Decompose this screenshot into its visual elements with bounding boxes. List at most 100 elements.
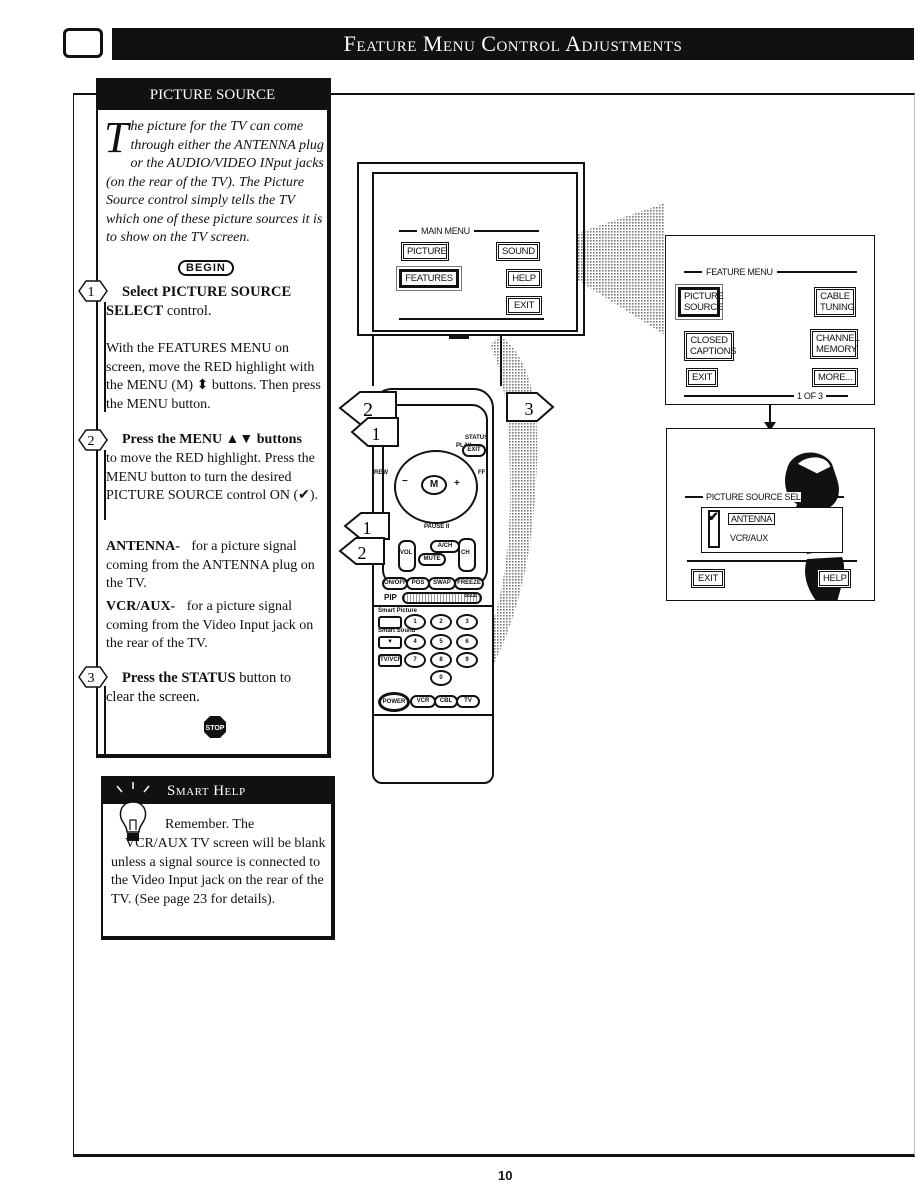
svg-text:2: 2 [358, 543, 367, 563]
svg-text:3: 3 [525, 399, 534, 419]
pip-label: PIP [384, 593, 397, 602]
remote-divider-2 [374, 714, 492, 716]
feature-closed-captions-button[interactable]: CLOSED CAPTIONS [684, 331, 736, 361]
step-2-heading: Press the MENU ▲▼ buttons [122, 432, 302, 447]
step-3-badge-icon: 3 [78, 666, 108, 688]
ff-label: FF [478, 470, 486, 476]
step-1-badge-icon: 1 [78, 280, 108, 302]
pip-freeze-button[interactable]: FREEZE [454, 577, 484, 590]
status-label: STATUS [465, 435, 489, 441]
svg-text:1: 1 [372, 424, 381, 444]
antenna-checkmark-icon[interactable]: ✔ [708, 509, 719, 525]
option-vcraux-term: VCR/AUX- [106, 599, 176, 614]
menu-m-button[interactable]: M [421, 475, 447, 495]
mute-button[interactable]: MUTE [418, 553, 446, 566]
page-number: 10 [498, 1168, 513, 1183]
option-antenna-term: ANTENNA- [106, 539, 180, 554]
intro-paragraph: The picture for the TV can come through … [104, 113, 326, 248]
svg-text:2: 2 [88, 434, 95, 449]
step-2-badge-icon: 2 [78, 429, 108, 451]
number-key-5[interactable]: 5 [430, 634, 452, 650]
pip-swap-button[interactable]: SWAP [428, 577, 456, 590]
page-title: Feature Menu Control Adjustments [343, 31, 683, 56]
option-antenna-item[interactable]: ANTENNA [728, 513, 775, 525]
picture-source-caption-row: PICTURE SOURCE SEL [685, 492, 855, 502]
feature-menu-caption-row: FEATURE MENU [684, 267, 874, 277]
option-antenna: ANTENNA- for a picture signal coming fro… [106, 538, 326, 594]
smart-help-line1: Remember. The [165, 817, 255, 832]
page-header: Feature Menu Control Adjustments [112, 28, 914, 60]
ach-button[interactable]: A/CH [430, 540, 460, 553]
number-key-7[interactable]: 7 [404, 652, 426, 668]
feature-menu-page-indicator: 1 OF 3 [797, 391, 823, 401]
begin-badge: BEGIN [178, 260, 234, 276]
number-key-3[interactable]: 3 [456, 614, 478, 630]
menu-minus-button[interactable]: − [402, 476, 408, 487]
feature-picture-source-button[interactable]: PICTURE SOURCE [678, 287, 724, 317]
cbl-mode-button[interactable]: CBL [434, 695, 458, 708]
callout-3-icon: 3 [506, 392, 555, 422]
svg-text:3: 3 [88, 671, 95, 686]
step-1-body: With the FEATURES MENU on screen, move t… [106, 341, 321, 412]
tv-mode-button[interactable]: TV [456, 695, 480, 708]
main-menu-help-button[interactable]: HELP [506, 269, 542, 288]
feature-exit-button[interactable]: EXIT [686, 368, 718, 387]
step-3-text: Press the STATUS button to clear the scr… [106, 670, 292, 705]
picture-source-options-box: ✔ ANTENNA VCR/AUX [701, 507, 843, 553]
feature-more-button[interactable]: MORE... [812, 368, 858, 387]
callout-1-top-icon: 1 [350, 417, 399, 447]
number-key-2[interactable]: 2 [430, 614, 452, 630]
smart-sound-button[interactable]: ▼ [378, 636, 402, 649]
picture-source-exit-button[interactable]: EXIT [691, 569, 725, 588]
number-key-1[interactable]: 1 [404, 614, 426, 630]
step-2-body: to move the RED highlight. Press the MEN… [106, 451, 319, 503]
step-1-heading: Select PICTURE SOURCE [122, 284, 292, 300]
feature-menu-caption: FEATURE MENU [706, 267, 773, 277]
main-menu-rule [399, 318, 544, 320]
number-key-4[interactable]: 4 [404, 634, 426, 650]
stop-sign-icon: STOP [204, 716, 226, 738]
picture-source-panel: PICTURE SOURCE The picture for the TV ca… [78, 78, 331, 758]
status-exit-button[interactable]: EXIT [462, 444, 486, 457]
main-menu-caption-row: MAIN MENU [374, 226, 574, 236]
drop-cap: T [104, 113, 129, 162]
feature-menu-footer-row: 1 OF 3 [684, 391, 874, 401]
main-menu-features-button[interactable]: FEATURES [399, 269, 459, 288]
step-3-rule [104, 686, 106, 756]
picture-source-rule [687, 560, 857, 562]
main-menu-exit-button[interactable]: EXIT [506, 296, 542, 315]
panel-title: PICTURE SOURCE [98, 80, 327, 110]
size-label: SIZE [464, 593, 478, 599]
picture-source-caption: PICTURE SOURCE SEL [706, 492, 801, 502]
pip-pos-button[interactable]: POS [406, 577, 430, 590]
feature-channel-memory-button[interactable]: CHANNEL MEMORY [810, 329, 860, 359]
pause-label: PAUSE II [424, 524, 450, 530]
svg-text:STOP: STOP [206, 725, 225, 732]
picture-source-screen: PICTURE SOURCE SEL ✔ ANTENNA VCR/AUX EXI… [666, 428, 875, 601]
feature-cable-tuning-button[interactable]: CABLE TUNING [814, 287, 856, 317]
intro-text: he picture for the TV can come through e… [106, 119, 324, 245]
svg-text:1: 1 [88, 285, 95, 300]
option-vcraux-item[interactable]: VCR/AUX [730, 533, 768, 543]
vcr-mode-button[interactable]: VCR [410, 695, 436, 708]
smart-help-box: Smart Help Remember. The VCR/AUX TV scre… [101, 776, 335, 940]
tv-screen-main-menu: MAIN MENU PICTURE SOUND FEATURES HELP EX… [372, 172, 578, 332]
menu-plus-button[interactable]: + [454, 478, 460, 489]
tv-screen-icon [63, 28, 103, 58]
number-key-9[interactable]: 9 [456, 652, 478, 668]
option-vcraux: VCR/AUX- for a picture signal coming fro… [106, 598, 326, 654]
tv-vcr-button[interactable]: TV/VCR [378, 654, 402, 667]
number-key-8[interactable]: 8 [430, 652, 452, 668]
power-button[interactable]: POWER [378, 692, 410, 712]
volume-rocker[interactable] [398, 540, 416, 572]
pip-on-off-button[interactable]: ON/OFF [382, 577, 408, 590]
step-1-subheading: SELECT control. [106, 303, 212, 319]
remote-divider [374, 605, 492, 607]
main-menu-picture-button[interactable]: PICTURE [401, 242, 449, 261]
number-key-6[interactable]: 6 [456, 634, 478, 650]
rew-label: REW [374, 470, 388, 476]
smart-help-body: VCR/AUX TV screen will be blank unless a… [111, 836, 326, 907]
picture-source-help-button[interactable]: HELP [817, 569, 851, 588]
main-menu-sound-button[interactable]: SOUND [496, 242, 540, 261]
number-key-0[interactable]: 0 [430, 670, 452, 686]
